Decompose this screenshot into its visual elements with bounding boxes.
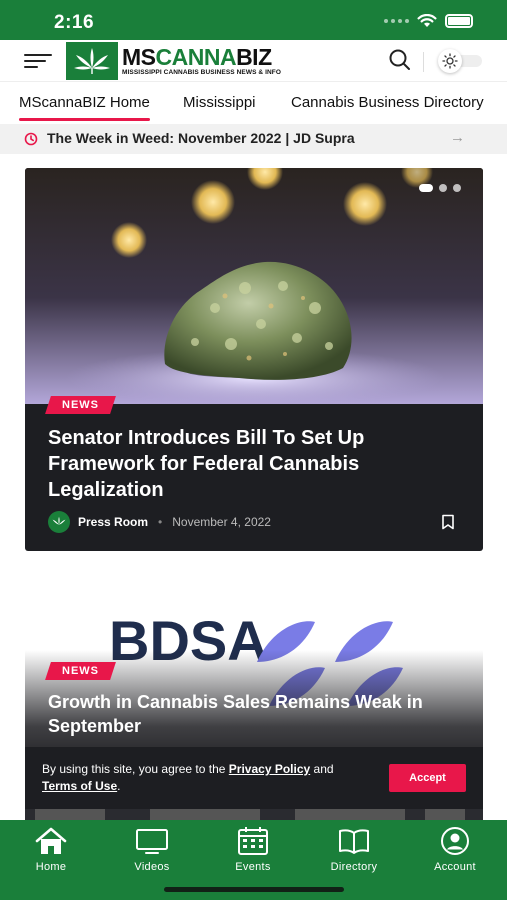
menu-icon[interactable] xyxy=(24,52,52,70)
battery-icon xyxy=(445,14,473,28)
wifi-icon xyxy=(417,14,437,27)
ticker-headline[interactable]: The Week in Weed: November 2022 | JD Sup… xyxy=(47,130,355,146)
calendar-icon xyxy=(238,827,268,855)
app-header: MSCANNABIZ MISSISSIPPI CANNABIS BUSINESS… xyxy=(0,40,507,82)
carousel-dot[interactable] xyxy=(439,184,447,192)
tab-account[interactable]: Account xyxy=(405,826,505,873)
leaf-logo-icon xyxy=(66,42,118,80)
tab-label: Account xyxy=(434,861,476,873)
author-name[interactable]: Press Room xyxy=(78,515,148,529)
featured-article-card[interactable]: NEWS Senator Introduces Bill To Set Up F… xyxy=(25,168,483,551)
logo-wordmark: MSCANNABIZ xyxy=(122,43,272,70)
home-icon xyxy=(35,827,67,854)
home-indicator[interactable] xyxy=(164,887,344,892)
tab-label: Home xyxy=(35,861,67,873)
article-meta: Press Room • November 4, 2022 xyxy=(48,511,271,533)
tab-label: Events xyxy=(235,861,271,873)
article-title[interactable]: Senator Introduces Bill To Set Up Framew… xyxy=(48,425,448,503)
cookie-message: By using this site, you agree to the Pri… xyxy=(42,762,334,793)
tv-icon xyxy=(136,829,168,854)
cookie-consent-banner: By using this site, you agree to the Pri… xyxy=(25,747,483,809)
tab-home[interactable]: Home xyxy=(1,826,101,873)
book-icon xyxy=(339,829,369,854)
post-date: November 4, 2022 xyxy=(172,515,271,529)
carousel-dot[interactable] xyxy=(419,184,433,192)
status-icons xyxy=(384,14,473,28)
clock-icon xyxy=(24,132,38,146)
dark-mode-toggle[interactable] xyxy=(436,49,486,73)
news-ticker[interactable]: The Week in Weed: November 2022 | JD Sup… xyxy=(0,124,507,154)
status-bar: 2:16 xyxy=(0,0,507,40)
tab-events[interactable]: Events xyxy=(203,826,303,873)
sun-icon xyxy=(438,49,462,73)
status-time: 2:16 xyxy=(54,12,95,33)
article-image xyxy=(25,168,483,404)
nav-item-business-directory[interactable]: Cannabis Business Directory xyxy=(291,94,484,111)
article-title[interactable]: Growth in Cannabis Sales Remains Weak in… xyxy=(48,690,468,738)
avatar xyxy=(48,511,70,533)
account-icon xyxy=(441,827,469,855)
accept-button[interactable]: Accept xyxy=(389,764,466,792)
search-icon[interactable] xyxy=(388,48,412,72)
nav-item-mississippi[interactable]: Mississippi xyxy=(183,94,256,111)
tab-videos[interactable]: Videos xyxy=(102,826,202,873)
tab-label: Directory xyxy=(330,861,378,873)
category-nav: MScannaBIZ Home Mississippi Cannabis Bus… xyxy=(0,82,507,124)
tab-directory[interactable]: Directory xyxy=(304,826,404,873)
bookmark-icon[interactable] xyxy=(441,514,455,530)
category-badge[interactable]: NEWS xyxy=(45,396,116,414)
signal-icon xyxy=(384,19,409,23)
logo-tagline: MISSISSIPPI CANNABIS BUSINESS NEWS & INF… xyxy=(122,68,282,76)
terms-of-use-link[interactable]: Terms of Use xyxy=(42,779,117,793)
carousel-dots[interactable] xyxy=(419,184,461,192)
category-badge[interactable]: NEWS xyxy=(45,662,116,680)
header-divider xyxy=(423,52,424,72)
tab-label: Videos xyxy=(134,861,170,873)
nav-item-home[interactable]: MScannaBIZ Home xyxy=(19,94,150,121)
arrow-right-icon[interactable]: → xyxy=(450,129,465,146)
carousel-dot[interactable] xyxy=(453,184,461,192)
privacy-policy-link[interactable]: Privacy Policy xyxy=(229,762,310,776)
meta-separator: • xyxy=(158,515,163,529)
site-logo[interactable]: MSCANNABIZ MISSISSIPPI CANNABIS BUSINESS… xyxy=(66,42,281,80)
